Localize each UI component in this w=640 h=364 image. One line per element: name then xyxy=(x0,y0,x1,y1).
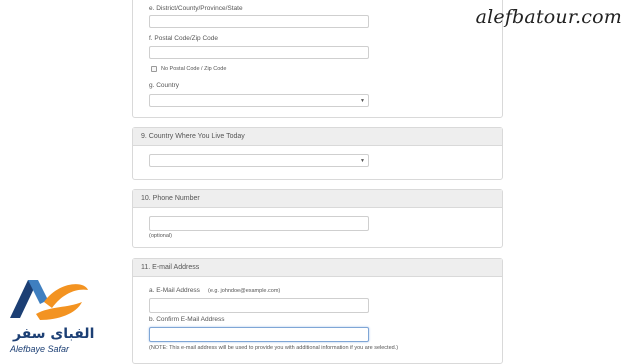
section-11-title: 11. E-mail Address xyxy=(133,259,502,277)
no-postal-code-label: No Postal Code / Zip Code xyxy=(161,66,227,72)
email-label: a. E-Mail Address xyxy=(149,287,200,294)
chevron-down-icon: ▼ xyxy=(360,158,365,164)
country-label: g. Country xyxy=(149,82,179,89)
phone-number-section: 10. Phone Number (optional) xyxy=(132,189,503,248)
country-select[interactable]: ▼ xyxy=(149,94,369,107)
email-field[interactable] xyxy=(149,298,369,313)
postal-code-field[interactable] xyxy=(149,46,369,59)
district-label: e. District/County/Province/State xyxy=(149,5,243,12)
no-postal-code-checkbox[interactable] xyxy=(151,66,157,72)
postal-code-label: f. Postal Code/Zip Code xyxy=(149,35,219,42)
phone-number-field[interactable] xyxy=(149,216,369,231)
section-9-title: 9. Country Where You Live Today xyxy=(133,128,502,146)
address-section: e. District/County/Province/State f. Pos… xyxy=(132,0,503,118)
logo-text-en: Alefbaye Safar xyxy=(10,344,70,354)
country-of-residence-section: 9. Country Where You Live Today ▼ xyxy=(132,127,503,180)
email-note: (NOTE: This e-mail address will be used … xyxy=(149,345,399,351)
email-example: (e.g. johndoe@example.com) xyxy=(208,288,281,294)
chevron-down-icon: ▼ xyxy=(360,98,365,104)
logo-text-fa: الفبای سفر xyxy=(13,326,95,342)
section-10-title: 10. Phone Number xyxy=(133,190,502,208)
email-section: 11. E-mail Address a. E-Mail Address (e.… xyxy=(132,258,503,364)
site-watermark: alefbatour.com xyxy=(475,6,622,28)
residence-country-select[interactable]: ▼ xyxy=(149,154,369,167)
confirm-email-label: b. Confirm E-Mail Address xyxy=(149,316,225,323)
confirm-email-field[interactable] xyxy=(149,327,369,342)
optional-note: (optional) xyxy=(149,233,172,239)
district-field[interactable] xyxy=(149,15,369,28)
